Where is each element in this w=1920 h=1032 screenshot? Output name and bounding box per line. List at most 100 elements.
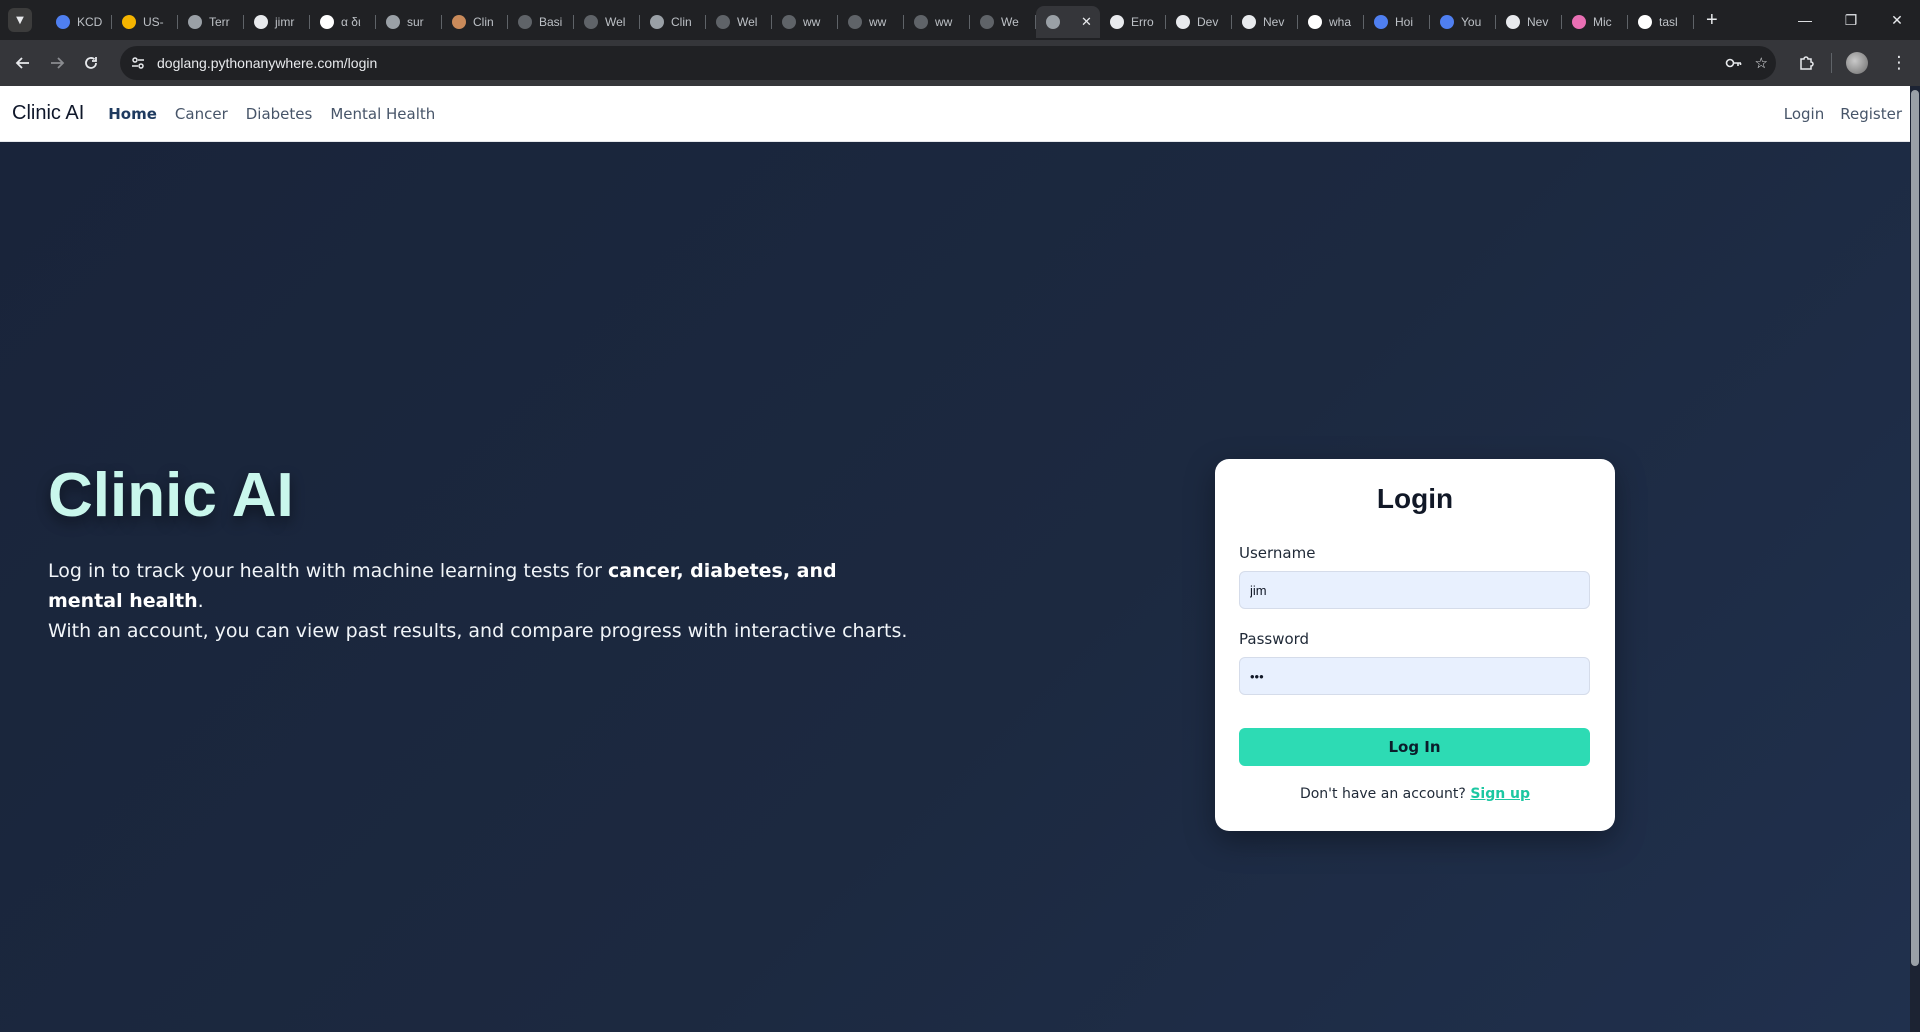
openai-icon (980, 15, 994, 29)
login-button[interactable]: Log In (1239, 728, 1590, 766)
browser-tab[interactable]: Nev (1232, 6, 1298, 38)
tab-title: Clin (671, 15, 692, 29)
browser-tab[interactable]: jimr (244, 6, 310, 38)
back-button[interactable] (6, 46, 40, 80)
browser-tab[interactable]: Wel (706, 6, 772, 38)
tab-search-button[interactable]: ▼ (8, 8, 32, 32)
tab-title: Wel (605, 15, 626, 29)
browser-tab[interactable]: You (1430, 6, 1496, 38)
globe-blue-icon (56, 15, 70, 29)
tab-title: Basi (539, 15, 563, 29)
tab-title: We (1001, 15, 1019, 29)
browser-tab[interactable]: ww (772, 6, 838, 38)
browser-tab[interactable]: ww (838, 6, 904, 38)
openai-icon (584, 15, 598, 29)
browser-tab[interactable]: We (970, 6, 1036, 38)
restore-button[interactable]: ❐ (1828, 0, 1874, 40)
tab-title: Hoi (1395, 15, 1414, 29)
browser-tabs: KCD US- Terr jimr α δι sur Clin Basi Wel Clin Wel w… (46, 0, 1694, 40)
browser-tab[interactable]: ww (904, 6, 970, 38)
tab-title: Mic (1593, 15, 1612, 29)
browser-tab[interactable]: Terr (178, 6, 244, 38)
browser-tab[interactable]: Clin (640, 6, 706, 38)
arrow-left-icon (15, 57, 29, 69)
hero-section: Clinic AI Log in to track your health wi… (0, 142, 1910, 1032)
close-window-button[interactable]: ✕ (1874, 0, 1920, 40)
username-label: Username (1239, 544, 1316, 562)
site-brand[interactable]: Clinic AI (12, 102, 84, 125)
reload-icon (85, 57, 97, 69)
forward-button[interactable] (40, 46, 74, 80)
minimize-button[interactable]: — (1782, 0, 1828, 40)
tab-title: Clin (473, 15, 494, 29)
hero-description: Log in to track your health with machine… (48, 556, 908, 646)
password-label: Password (1239, 630, 1310, 648)
browser-tab[interactable]: KCD (46, 6, 112, 38)
browser-tab[interactable]: Mic (1562, 6, 1628, 38)
extensions-button[interactable] (1785, 46, 1827, 80)
key-icon[interactable] (1725, 55, 1743, 71)
browser-tab[interactable]: tasl (1628, 6, 1694, 38)
gear-icon (1110, 15, 1124, 29)
browser-tab[interactable]: sur (376, 6, 442, 38)
google-icon (1638, 15, 1652, 29)
browser-tab[interactable]: Nev (1496, 6, 1562, 38)
tune-icon (132, 57, 144, 69)
browser-tab[interactable]: Erro (1100, 6, 1166, 38)
tab-title: jimr (275, 15, 295, 29)
star-icon[interactable]: ☆ (1755, 54, 1768, 72)
site-navbar: Clinic AI Home Cancer Diabetes Mental He… (0, 86, 1910, 142)
tab-title: ww (803, 15, 821, 29)
window-controls: — ❐ ✕ (1782, 0, 1920, 40)
nav-cancer[interactable]: Cancer (175, 105, 228, 123)
google-icon (320, 15, 334, 29)
browser-tab[interactable]: α δι (310, 6, 376, 38)
reload-button[interactable] (74, 46, 108, 80)
login-title: Login (1376, 483, 1454, 514)
copilot-icon (1572, 15, 1586, 29)
chrome-icon (1242, 15, 1256, 29)
nav-login[interactable]: Login (1784, 105, 1824, 123)
url-text[interactable]: doglang.pythonanywhere.com/login (157, 55, 377, 71)
browser-tab[interactable]: wha (1298, 6, 1364, 38)
tab-title: You (1461, 15, 1482, 29)
tab-title: wha (1329, 15, 1352, 29)
d-logo-icon (1176, 15, 1190, 29)
browser-toolbar: doglang.pythonanywhere.com/login ☆ ⋮ (0, 40, 1920, 86)
browser-tab[interactable]: Clin (442, 6, 508, 38)
tab-title: US- (143, 15, 164, 29)
browser-tab[interactable]: Wel (574, 6, 640, 38)
address-bar[interactable]: doglang.pythonanywhere.com/login ☆ (120, 46, 1776, 80)
toolbar-divider (1831, 53, 1832, 73)
tab-title: Nev (1527, 15, 1549, 29)
nav-mental-health[interactable]: Mental Health (330, 105, 435, 123)
browser-tab[interactable]: US- (112, 6, 178, 38)
openai-icon (782, 15, 796, 29)
openai-icon (518, 15, 532, 29)
username-input[interactable] (1239, 571, 1590, 609)
chevron-down-icon: ▼ (16, 14, 24, 26)
browser-tab[interactable]: Hoi (1364, 6, 1430, 38)
page-scrollbar[interactable] (1910, 86, 1920, 1032)
menu-button[interactable]: ⋮ (1878, 46, 1920, 80)
close-tab-icon[interactable]: ✕ (1081, 14, 1092, 30)
browser-tab[interactable]: ✕ (1036, 6, 1100, 38)
nav-diabetes[interactable]: Diabetes (246, 105, 313, 123)
signup-link[interactable]: Sign up (1470, 786, 1530, 802)
browser-tab[interactable]: Basi (508, 6, 574, 38)
nav-home[interactable]: Home (108, 105, 157, 123)
browser-tab[interactable]: Dev (1166, 6, 1232, 38)
site-info-button[interactable] (123, 48, 153, 78)
scrollbar-thumb[interactable] (1911, 90, 1919, 966)
globe-icon (1046, 15, 1060, 29)
tab-title: α δι (341, 15, 361, 29)
nav-register[interactable]: Register (1840, 105, 1902, 123)
address-bar-actions: ☆ (1725, 46, 1768, 80)
profile-button[interactable] (1836, 46, 1878, 80)
page-viewport: Clinic AI Home Cancer Diabetes Mental He… (0, 86, 1920, 1032)
password-input[interactable] (1239, 657, 1590, 695)
avatar (1846, 52, 1868, 74)
openai-icon (914, 15, 928, 29)
new-tab-button[interactable]: + (1706, 9, 1718, 32)
tab-title: Nev (1263, 15, 1285, 29)
